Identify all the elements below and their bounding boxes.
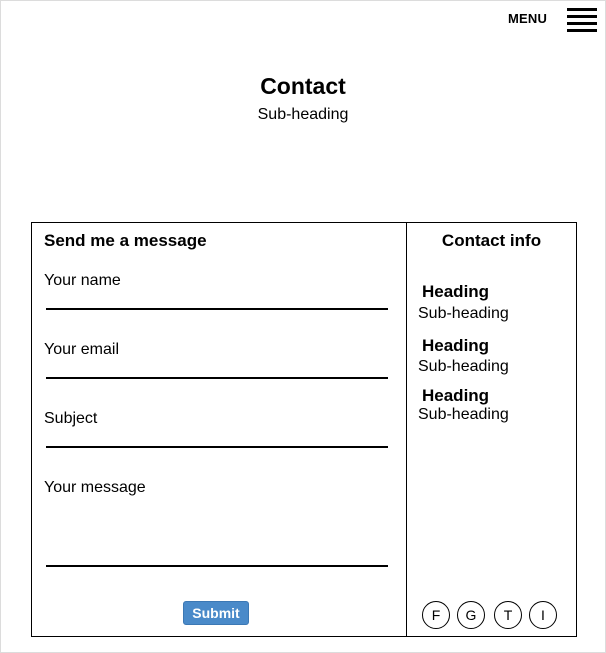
- subject-field[interactable]: [46, 446, 388, 448]
- instagram-icon[interactable]: I: [529, 601, 557, 629]
- info-subheading: Sub-heading: [418, 406, 509, 423]
- google-icon[interactable]: G: [457, 601, 485, 629]
- contact-info-panel: Contact info Heading Sub-heading Heading…: [406, 222, 577, 637]
- message-field[interactable]: [46, 565, 388, 567]
- info-heading: Heading: [422, 336, 490, 355]
- message-form-title: Send me a message: [44, 231, 207, 250]
- twitter-icon[interactable]: T: [494, 601, 522, 629]
- contact-info-title: Contact info: [441, 231, 542, 250]
- submit-button[interactable]: Submit: [183, 601, 249, 625]
- menu-label[interactable]: MENU: [508, 11, 547, 26]
- name-field[interactable]: [46, 308, 388, 310]
- facebook-icon[interactable]: F: [422, 601, 450, 629]
- message-field-label: Your message: [44, 479, 146, 496]
- info-heading: Heading: [422, 282, 490, 301]
- name-field-label: Your name: [44, 272, 121, 289]
- info-heading: Heading: [422, 386, 490, 405]
- info-subheading: Sub-heading: [418, 305, 509, 322]
- email-field[interactable]: [46, 377, 388, 379]
- info-subheading: Sub-heading: [418, 358, 509, 375]
- email-field-label: Your email: [44, 341, 120, 358]
- page-subtitle: Sub-heading: [257, 106, 349, 123]
- subject-field-label: Subject: [44, 410, 98, 427]
- hamburger-icon[interactable]: [567, 8, 597, 32]
- message-form: Send me a message Your name Your email S…: [31, 222, 407, 637]
- page-title: Contact: [260, 73, 346, 99]
